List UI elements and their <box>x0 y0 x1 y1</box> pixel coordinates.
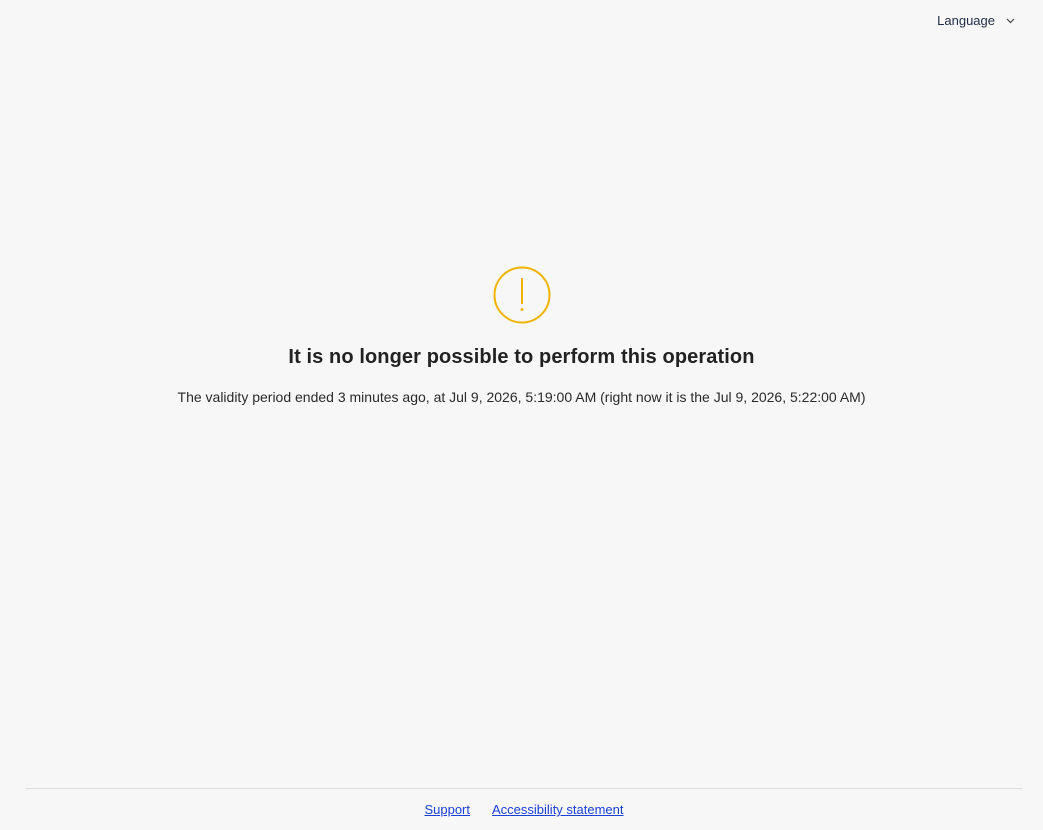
language-selector[interactable]: Language <box>933 11 1019 30</box>
exclamation-circle-icon <box>493 266 550 324</box>
footer: Support Accessibility statement <box>26 788 1022 830</box>
language-label: Language <box>937 13 995 28</box>
support-link[interactable]: Support <box>424 802 470 817</box>
accessibility-statement-link[interactable]: Accessibility statement <box>492 802 624 817</box>
page-title: It is no longer possible to perform this… <box>288 346 755 368</box>
chevron-down-icon <box>1005 16 1015 26</box>
validity-message: The validity period ended 3 minutes ago,… <box>177 389 866 405</box>
message-panel: It is no longer possible to perform this… <box>0 266 1043 405</box>
